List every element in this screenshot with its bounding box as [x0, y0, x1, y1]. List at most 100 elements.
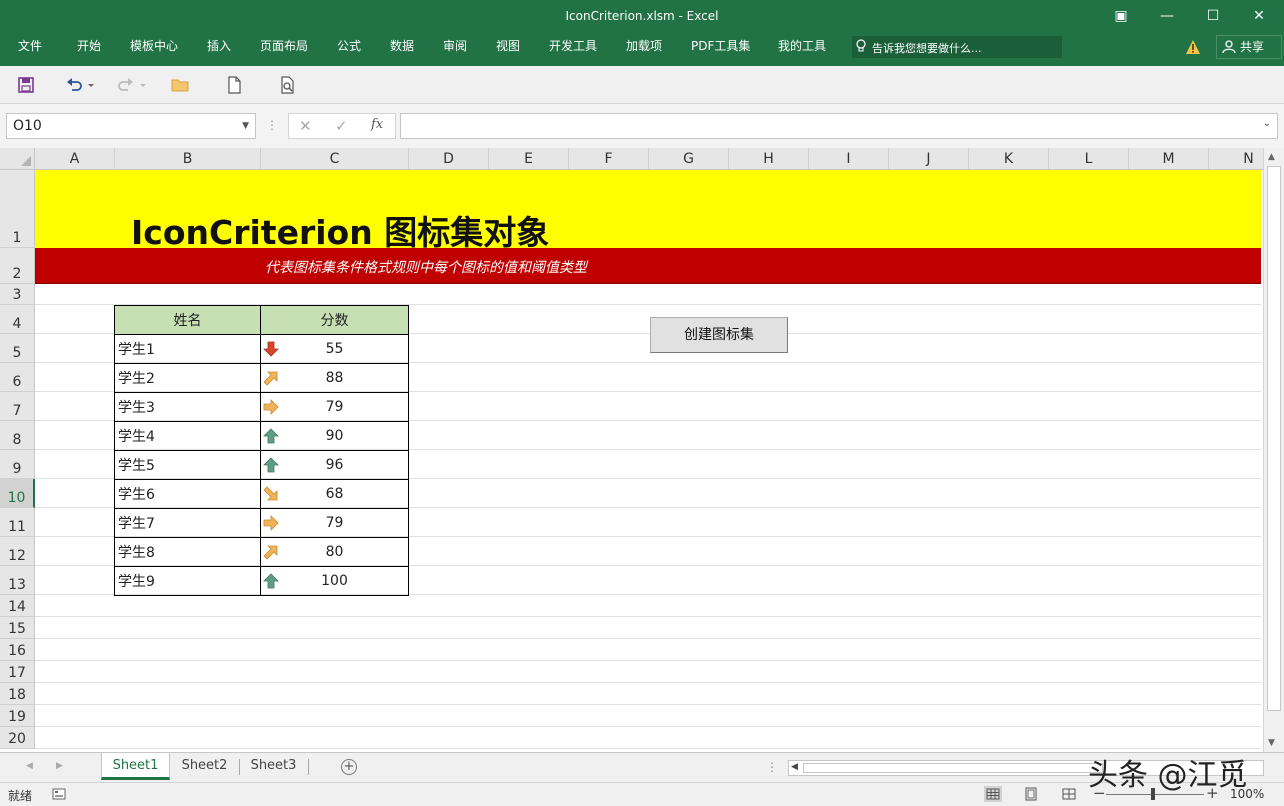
scroll-left-icon[interactable]: ◀ — [791, 762, 798, 772]
name-box[interactable]: O10 ▼ — [6, 113, 256, 139]
macro-recording-icon[interactable] — [52, 788, 66, 800]
row-header-1[interactable]: 1 — [0, 170, 35, 248]
tab-view[interactable]: 视图 — [496, 32, 520, 60]
open-folder-icon[interactable] — [170, 75, 190, 95]
horizontal-scroll-thumb[interactable] — [803, 763, 1103, 773]
student-score[interactable]: 80 — [260, 537, 409, 567]
student-score[interactable]: 88 — [260, 363, 409, 393]
student-score[interactable]: 79 — [260, 392, 409, 422]
tab-add-ins[interactable]: 加载项 — [626, 32, 662, 60]
tab-developer[interactable]: 开发工具 — [549, 32, 597, 60]
row-header-15[interactable]: 15 — [0, 617, 35, 639]
row-header-7[interactable]: 7 — [0, 392, 35, 421]
student-name[interactable]: 学生2 — [114, 363, 261, 393]
warning-icon[interactable] — [1185, 39, 1201, 55]
row-header-16[interactable]: 16 — [0, 639, 35, 661]
undo-dropdown-icon[interactable] — [86, 75, 96, 95]
column-header-h[interactable]: H — [729, 148, 809, 170]
column-header-c[interactable]: C — [261, 148, 409, 170]
student-name[interactable]: 学生9 — [114, 566, 261, 596]
scroll-up-icon[interactable]: ▲ — [1268, 152, 1275, 162]
ribbon-display-options-icon[interactable]: ▣ — [1098, 0, 1144, 32]
sheet-tab-sheet1[interactable]: Sheet1 — [101, 753, 170, 780]
row-header-17[interactable]: 17 — [0, 661, 35, 683]
tab-page-layout[interactable]: 页面布局 — [260, 32, 308, 60]
student-score[interactable]: 79 — [260, 508, 409, 538]
worksheet-grid[interactable]: A B C D E F G H I J K L M N 1 2 3 4 5 6 … — [0, 148, 1284, 752]
tab-splitter[interactable]: ⋮ — [766, 760, 778, 774]
create-icon-set-button[interactable]: 创建图标集 — [650, 317, 788, 353]
row-header-13[interactable]: 13 — [0, 566, 35, 595]
column-header-l[interactable]: L — [1049, 148, 1129, 170]
new-document-icon[interactable] — [224, 75, 244, 95]
zoom-slider[interactable] — [1106, 794, 1204, 795]
student-score[interactable]: 55 — [260, 334, 409, 364]
student-score[interactable]: 96 — [260, 450, 409, 480]
enter-icon[interactable]: ✓ — [335, 117, 348, 135]
tab-file[interactable]: 文件 — [18, 32, 42, 60]
row-header-4[interactable]: 4 — [0, 305, 35, 334]
row-header-5[interactable]: 5 — [0, 334, 35, 363]
normal-view-icon[interactable] — [984, 786, 1002, 802]
prev-sheet-icon[interactable]: ◀ — [26, 761, 33, 771]
share-button[interactable]: 共享 — [1216, 35, 1282, 59]
tab-formulas[interactable]: 公式 — [337, 32, 361, 60]
column-header-b[interactable]: B — [115, 148, 261, 170]
row-header-6[interactable]: 6 — [0, 363, 35, 392]
column-header-j[interactable]: J — [889, 148, 969, 170]
tab-my-tools[interactable]: 我的工具 — [778, 32, 826, 60]
column-header-d[interactable]: D — [409, 148, 489, 170]
select-all-button[interactable] — [0, 148, 35, 170]
expand-formula-bar-icon[interactable]: ⌄ — [1263, 118, 1271, 129]
column-header-f[interactable]: F — [569, 148, 649, 170]
column-header-a[interactable]: A — [35, 148, 115, 170]
tab-home[interactable]: 开始 — [77, 32, 101, 60]
row-header-20[interactable]: 20 — [0, 727, 35, 749]
student-name[interactable]: 学生5 — [114, 450, 261, 480]
row-header-8[interactable]: 8 — [0, 421, 35, 450]
header-score[interactable]: 分数 — [260, 305, 409, 335]
row-header-19[interactable]: 19 — [0, 705, 35, 727]
row-header-10[interactable]: 10 — [0, 479, 35, 508]
row-header-11[interactable]: 11 — [0, 508, 35, 537]
row-header-14[interactable]: 14 — [0, 595, 35, 617]
student-name[interactable]: 学生6 — [114, 479, 261, 509]
print-preview-icon[interactable] — [278, 75, 298, 95]
page-break-view-icon[interactable] — [1060, 786, 1078, 802]
student-name[interactable]: 学生7 — [114, 508, 261, 538]
student-name[interactable]: 学生3 — [114, 392, 261, 422]
next-sheet-icon[interactable]: ▶ — [56, 761, 63, 771]
column-header-k[interactable]: K — [969, 148, 1049, 170]
tell-me-search[interactable]: 告诉我您想要做什么... — [852, 36, 1062, 58]
row-header-12[interactable]: 12 — [0, 537, 35, 566]
vertical-scrollbar[interactable]: ▲ ▼ — [1263, 148, 1284, 752]
name-box-dropdown-icon[interactable]: ▼ — [242, 114, 249, 138]
new-sheet-button[interactable]: + — [341, 759, 357, 775]
minimize-button[interactable]: — — [1144, 0, 1190, 32]
maximize-button[interactable]: ☐ — [1190, 0, 1236, 32]
formula-bar-splitter[interactable]: ⋮ — [266, 118, 278, 132]
redo-icon[interactable] — [116, 75, 136, 95]
student-score[interactable]: 100 — [260, 566, 409, 596]
student-score[interactable]: 90 — [260, 421, 409, 451]
column-header-g[interactable]: G — [649, 148, 729, 170]
sheet-tab-sheet3[interactable]: Sheet3 — [241, 753, 306, 780]
row-header-2[interactable]: 2 — [0, 248, 35, 284]
tab-template-center[interactable]: 模板中心 — [130, 32, 178, 60]
student-name[interactable]: 学生1 — [114, 334, 261, 364]
insert-function-icon[interactable]: fx — [371, 117, 383, 132]
close-button[interactable]: ✕ — [1236, 0, 1282, 32]
row-header-3[interactable]: 3 — [0, 284, 35, 305]
formula-input[interactable]: ⌄ — [400, 113, 1278, 139]
column-header-m[interactable]: M — [1129, 148, 1209, 170]
student-score[interactable]: 68 — [260, 479, 409, 509]
vertical-scroll-thumb[interactable] — [1267, 166, 1281, 711]
sheet-tab-sheet2[interactable]: Sheet2 — [172, 753, 237, 780]
header-name[interactable]: 姓名 — [114, 305, 261, 335]
save-icon[interactable] — [16, 75, 36, 95]
cancel-icon[interactable]: ✕ — [299, 117, 312, 135]
undo-icon[interactable] — [64, 75, 84, 95]
student-name[interactable]: 学生4 — [114, 421, 261, 451]
scroll-down-icon[interactable]: ▼ — [1268, 738, 1275, 748]
tab-pdf-tools[interactable]: PDF工具集 — [691, 32, 750, 60]
